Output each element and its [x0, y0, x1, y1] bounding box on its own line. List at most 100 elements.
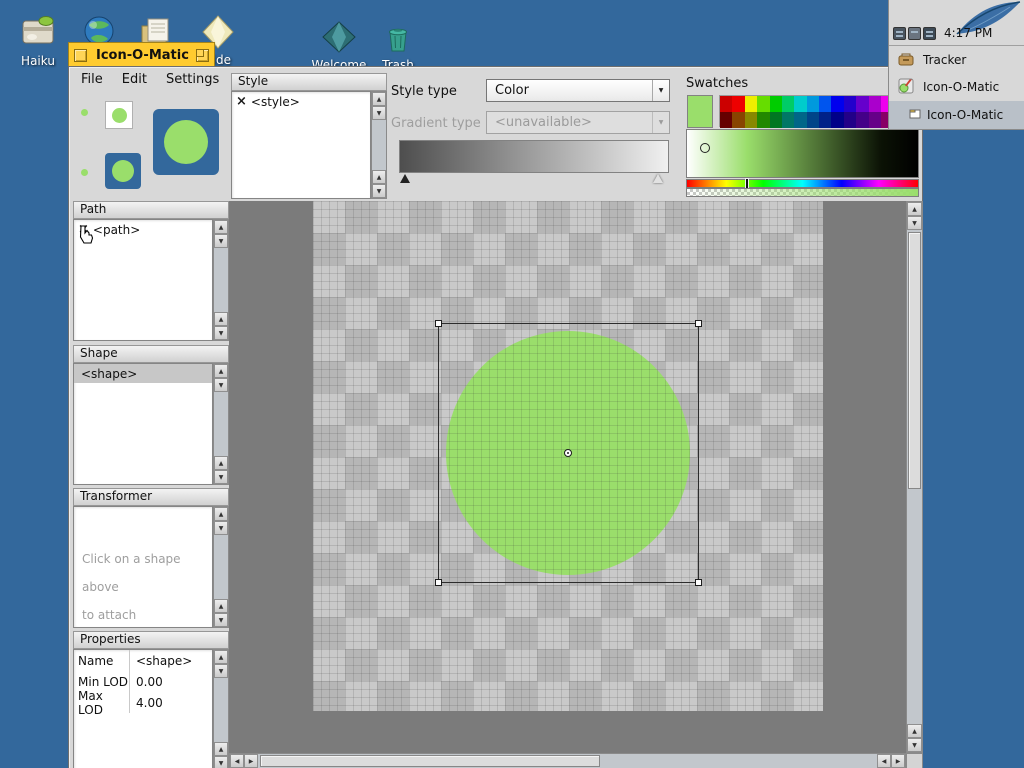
- scroll-arrow-up-icon[interactable]: ▲: [214, 456, 228, 470]
- scroll-arrow-down-icon[interactable]: ▼: [214, 378, 228, 392]
- tray-monitor-icon[interactable]: [908, 26, 921, 40]
- palette-color[interactable]: [769, 96, 782, 112]
- close-button[interactable]: [74, 48, 87, 62]
- palette-color[interactable]: [856, 112, 869, 128]
- scroll-arrow-down-icon[interactable]: ▼: [214, 470, 228, 484]
- window-title-tab[interactable]: Icon-O-Matic: [68, 42, 215, 67]
- scroll-track[interactable]: [214, 535, 228, 599]
- property-value[interactable]: 4.00: [130, 692, 163, 713]
- scroll-arrow-down-icon[interactable]: ▼: [907, 216, 922, 230]
- palette-color[interactable]: [868, 96, 881, 112]
- scroll-track[interactable]: [258, 754, 877, 768]
- alpha-bar[interactable]: [686, 188, 919, 197]
- scroll-arrow-down-icon[interactable]: ▼: [907, 738, 922, 752]
- canvas-view[interactable]: [229, 201, 906, 753]
- scroll-arrow-up-icon[interactable]: ▲: [907, 724, 922, 738]
- selection-handle-tl[interactable]: [435, 320, 442, 327]
- scroll-track[interactable]: [214, 678, 228, 742]
- palette-color[interactable]: [732, 112, 745, 128]
- palette-color[interactable]: [732, 96, 745, 112]
- scroll-arrow-up-icon[interactable]: ▲: [214, 312, 228, 326]
- transformer-list[interactable]: Click on a shape above to attach transfo…: [73, 506, 213, 628]
- tray-keymap-icon[interactable]: [893, 26, 906, 40]
- shape-list-item-selected[interactable]: <shape>: [74, 364, 212, 383]
- color-picker-area[interactable]: [686, 129, 919, 178]
- color-picker-marker[interactable]: [700, 143, 710, 153]
- scroll-track[interactable]: [372, 120, 386, 170]
- scroll-arrow-right-icon[interactable]: ▶: [244, 754, 258, 768]
- palette-color[interactable]: [831, 96, 844, 112]
- palette-color[interactable]: [856, 96, 869, 112]
- palette-color[interactable]: [781, 112, 795, 128]
- menu-edit[interactable]: Edit: [114, 69, 158, 90]
- style-list-item[interactable]: × <style>: [232, 92, 370, 111]
- visibility-toggle-icon[interactable]: ×: [236, 95, 247, 108]
- selection-handle-br[interactable]: [695, 579, 702, 586]
- hue-bar-marker[interactable]: [745, 178, 749, 189]
- scroll-arrow-up-icon[interactable]: ▲: [214, 650, 228, 664]
- palette-color[interactable]: [868, 112, 881, 128]
- palette-color[interactable]: [806, 112, 819, 128]
- palette-color[interactable]: [794, 112, 807, 128]
- scroll-arrow-down-icon[interactable]: ▼: [214, 756, 228, 768]
- style-list-scrollbar[interactable]: ▲ ▼ ▲ ▼: [371, 91, 387, 199]
- menu-settings[interactable]: Settings: [158, 69, 230, 90]
- property-row[interactable]: Name <shape>: [74, 650, 212, 671]
- scroll-arrow-up-icon[interactable]: ▲: [907, 202, 922, 216]
- scroll-arrow-up-icon[interactable]: ▲: [214, 364, 228, 378]
- scroll-arrow-up-icon[interactable]: ▲: [372, 170, 386, 184]
- selection-handle-tr[interactable]: [695, 320, 702, 327]
- style-type-dropdown[interactable]: Color ▼: [486, 79, 670, 102]
- style-list[interactable]: × <style>: [231, 91, 371, 199]
- scroll-track[interactable]: [214, 392, 228, 456]
- palette-color[interactable]: [806, 96, 819, 112]
- deskbar-clock[interactable]: 4:17 PM: [944, 26, 992, 40]
- scroll-track[interactable]: [907, 230, 922, 724]
- scroll-arrow-up-icon[interactable]: ▲: [372, 92, 386, 106]
- palette-color[interactable]: [720, 96, 733, 112]
- gradient-stop-marker[interactable]: [653, 174, 663, 183]
- scroll-arrow-right-icon[interactable]: ▶: [891, 754, 905, 768]
- tray-volume-icon[interactable]: [923, 26, 936, 40]
- scroll-arrow-up-icon[interactable]: ▲: [214, 507, 228, 521]
- scroll-arrow-up-icon[interactable]: ▲: [214, 599, 228, 613]
- hue-bar[interactable]: [686, 178, 919, 189]
- palette-color[interactable]: [843, 112, 857, 128]
- scroll-arrow-up-icon[interactable]: ▲: [214, 742, 228, 756]
- scroll-arrow-down-icon[interactable]: ▼: [372, 106, 386, 120]
- palette-color[interactable]: [744, 96, 758, 112]
- scroll-arrow-up-icon[interactable]: ▲: [214, 220, 228, 234]
- selection-center-marker[interactable]: [564, 449, 572, 457]
- desktop-icon-haiku[interactable]: Haiku: [10, 12, 66, 68]
- gradient-preview-bar[interactable]: [399, 140, 669, 173]
- menu-file[interactable]: File: [73, 69, 114, 90]
- path-list-scrollbar[interactable]: ▲ ▼ ▲ ▼: [213, 219, 229, 341]
- canvas-horizontal-scrollbar[interactable]: ◀ ▶ ◀ ▶: [229, 753, 906, 768]
- property-row[interactable]: Max LOD 4.00: [74, 689, 212, 717]
- properties-list-scrollbar[interactable]: ▲ ▼ ▲ ▼: [213, 649, 229, 768]
- transformer-list-scrollbar[interactable]: ▲ ▼ ▲ ▼: [213, 506, 229, 628]
- scroll-thumb[interactable]: [908, 232, 921, 489]
- scroll-thumb[interactable]: [260, 755, 601, 767]
- property-value[interactable]: <shape>: [130, 650, 192, 671]
- scroll-arrow-down-icon[interactable]: ▼: [214, 664, 228, 678]
- deskbar-window-item[interactable]: Icon-O-Matic: [889, 101, 1024, 129]
- palette-color[interactable]: [819, 96, 832, 112]
- shape-list[interactable]: <shape>: [73, 363, 213, 485]
- canvas-vertical-scrollbar[interactable]: ▲ ▼ ▲ ▼: [906, 201, 923, 753]
- scroll-arrow-down-icon[interactable]: ▼: [214, 326, 228, 340]
- scroll-track[interactable]: [214, 248, 228, 312]
- scroll-arrow-down-icon[interactable]: ▼: [214, 613, 228, 627]
- palette-color[interactable]: [757, 96, 770, 112]
- scroll-arrow-left-icon[interactable]: ◀: [230, 754, 244, 768]
- scroll-arrow-down-icon[interactable]: ▼: [214, 234, 228, 248]
- shape-list-scrollbar[interactable]: ▲ ▼ ▲ ▼: [213, 363, 229, 485]
- property-value[interactable]: 0.00: [130, 671, 163, 692]
- current-color-swatch[interactable]: [687, 95, 713, 128]
- deskbar-item-icon-o-matic[interactable]: Icon-O-Matic: [889, 74, 1024, 100]
- palette-color[interactable]: [843, 96, 857, 112]
- zoom-button[interactable]: [196, 48, 209, 62]
- scroll-arrow-left-icon[interactable]: ◀: [877, 754, 891, 768]
- palette-color[interactable]: [794, 96, 807, 112]
- palette-color[interactable]: [781, 96, 795, 112]
